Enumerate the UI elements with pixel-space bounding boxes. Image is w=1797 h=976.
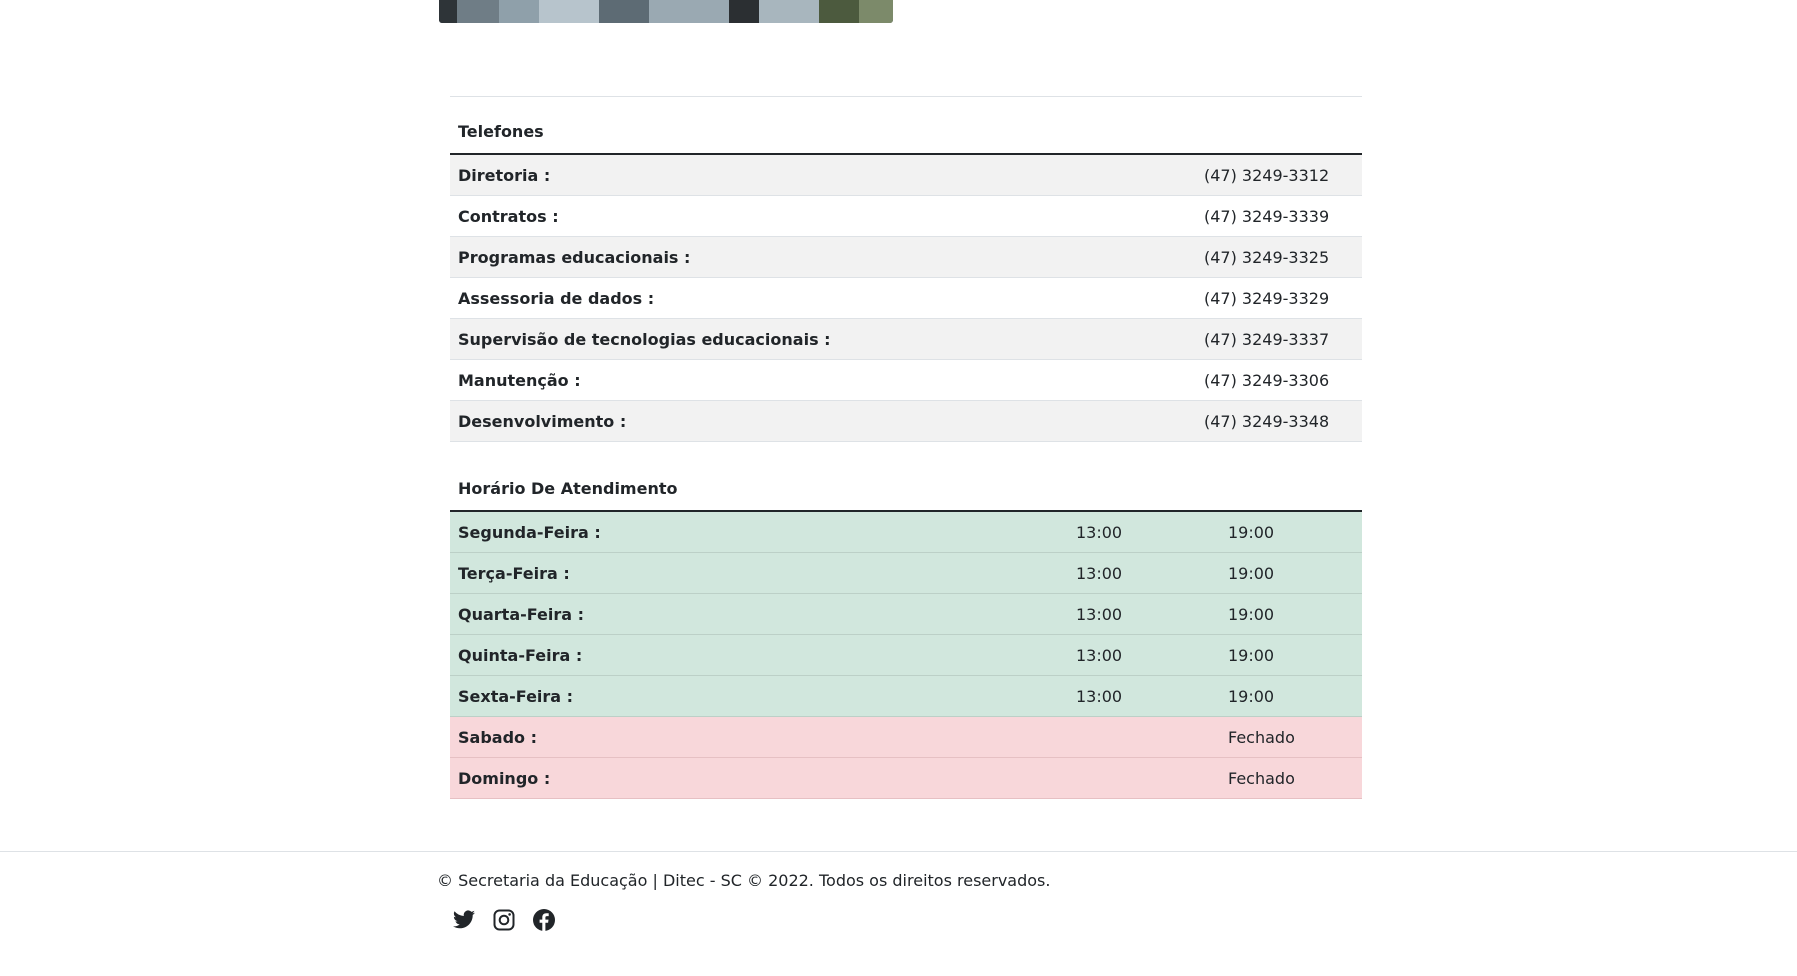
phone-row: Diretoria : (47) 3249-3312 <box>450 154 1362 196</box>
closing-time: Fechado <box>1220 757 1362 799</box>
phone-number: (47) 3249-3329 <box>1196 277 1362 319</box>
hours-row: Domingo : Fechado <box>450 757 1362 799</box>
weekday-label: Sabado : <box>450 716 1068 758</box>
hours-row: Quinta-Feira :13:00 19:00 <box>450 634 1362 676</box>
hours-row: Terça-Feira :13:00 19:00 <box>450 552 1362 594</box>
closing-time: 19:00 <box>1220 552 1362 594</box>
opening-time: 13:00 <box>1068 552 1220 594</box>
hours-row: Segunda-Feira :13:00 19:00 <box>450 511 1362 553</box>
hours-title: Horário De Atendimento <box>450 454 1362 512</box>
phone-number: (47) 3249-3339 <box>1196 195 1362 237</box>
weekday-label: Segunda-Feira : <box>450 511 1068 553</box>
twitter-icon[interactable] <box>452 908 476 932</box>
hours-row: Sexta-Feira :13:00 19:00 <box>450 675 1362 717</box>
opening-time <box>1068 716 1220 758</box>
closing-time: 19:00 <box>1220 675 1362 717</box>
footer: © Secretaria da Educação | Ditec - SC © … <box>0 851 1797 931</box>
opening-time: 13:00 <box>1068 634 1220 676</box>
opening-time: 13:00 <box>1068 593 1220 635</box>
weekday-label: Quinta-Feira : <box>450 634 1068 676</box>
phone-row: Assessoria de dados : (47) 3249-3329 <box>450 277 1362 319</box>
phone-row: Desenvolvimento : (47) 3249-3348 <box>450 400 1362 442</box>
instagram-icon[interactable] <box>492 908 516 932</box>
weekday-label: Quarta-Feira : <box>450 593 1068 635</box>
phone-number: (47) 3249-3348 <box>1196 400 1362 442</box>
hours-row: Sabado : Fechado <box>450 716 1362 758</box>
closing-time: 19:00 <box>1220 593 1362 635</box>
weekday-label: Sexta-Feira : <box>450 675 1068 717</box>
phone-number: (47) 3249-3312 <box>1196 154 1362 196</box>
opening-time: 13:00 <box>1068 675 1220 717</box>
opening-time: 13:00 <box>1068 511 1220 553</box>
closing-time: Fechado <box>1220 716 1362 758</box>
contact-section: Telefones Diretoria : (47) 3249-3312 Contr… <box>450 96 1362 799</box>
social-links <box>452 908 556 932</box>
phone-department-label: Assessoria de dados : <box>450 277 1196 319</box>
phone-number: (47) 3249-3306 <box>1196 359 1362 401</box>
closing-time: 19:00 <box>1220 511 1362 553</box>
phone-department-label: Manutenção : <box>450 359 1196 401</box>
opening-time <box>1068 757 1220 799</box>
phones-title: Telefones <box>450 97 1362 155</box>
phone-number: (47) 3249-3325 <box>1196 236 1362 278</box>
hours-table: Horário De Atendimento Segunda-Feira :13… <box>450 454 1362 799</box>
phone-department-label: Supervisão de tecnologias educacionais : <box>450 318 1196 360</box>
phones-table: Telefones Diretoria : (47) 3249-3312 Contr… <box>450 97 1362 442</box>
phone-department-label: Programas educacionais : <box>450 236 1196 278</box>
weekday-label: Terça-Feira : <box>450 552 1068 594</box>
phone-department-label: Desenvolvimento : <box>450 400 1196 442</box>
phone-department-label: Diretoria : <box>450 154 1196 196</box>
phone-row: Supervisão de tecnologias educacionais :… <box>450 318 1362 360</box>
phone-row: Programas educacionais : (47) 3249-3325 <box>450 236 1362 278</box>
hours-row: Quarta-Feira :13:00 19:00 <box>450 593 1362 635</box>
building-photo <box>439 0 893 23</box>
closing-time: 19:00 <box>1220 634 1362 676</box>
weekday-label: Domingo : <box>450 757 1068 799</box>
phone-row: Contratos : (47) 3249-3339 <box>450 195 1362 237</box>
phone-department-label: Contratos : <box>450 195 1196 237</box>
phone-number: (47) 3249-3337 <box>1196 318 1362 360</box>
phone-row: Manutenção : (47) 3249-3306 <box>450 359 1362 401</box>
facebook-icon[interactable] <box>532 908 556 932</box>
copyright-text: © Secretaria da Educação | Ditec - SC © … <box>437 871 1051 890</box>
